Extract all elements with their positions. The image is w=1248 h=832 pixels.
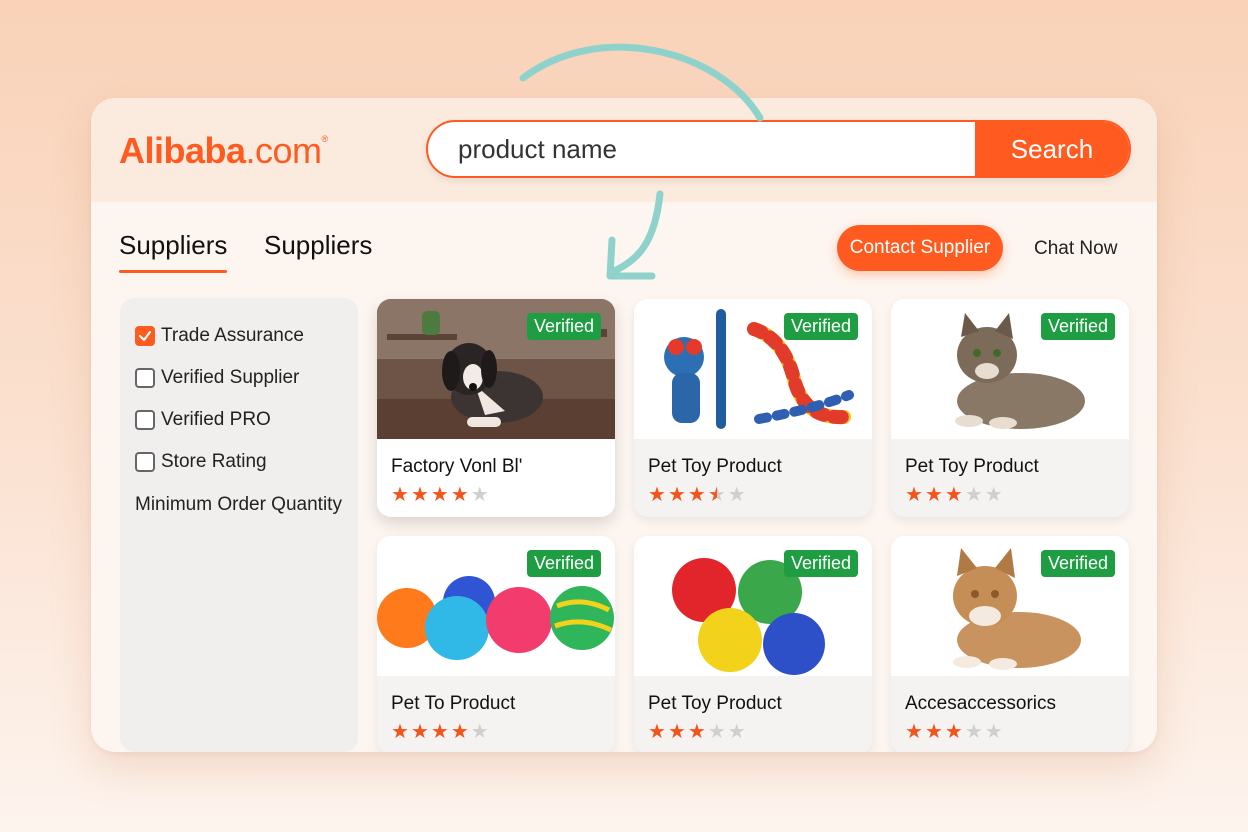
star-icon: ★ [410,719,429,743]
checkbox[interactable] [135,452,155,472]
star-icon: ★ [727,482,746,506]
filter-min-order-quantity[interactable]: Minimum Order Quantity [135,494,358,516]
product-title[interactable]: Pet Toy Product [905,456,1039,478]
star-icon: ★ [944,482,963,506]
star-icon: ★ [984,719,1003,743]
star-icon: ★ [944,719,963,743]
verified-badge: Verified [783,550,858,577]
product-title[interactable]: Factory Vonl Bl' [391,456,522,478]
product-title[interactable]: Pet Toy Product [648,456,782,478]
filter-label: Verified PRO [161,409,271,430]
star-icon: ★ [905,482,923,506]
verified-badge: Verified [783,313,858,340]
star-icon: ★ [667,482,686,506]
product-title[interactable]: Pet To Product [391,693,515,715]
star-icon: ★ [687,719,706,743]
product-card[interactable]: Verified Pet Toy Product ★ ★ ★ ★ ★ [634,299,872,517]
checkbox-checked[interactable] [135,326,155,346]
filter-panel: Trade Assurance Verified Supplier Verifi… [120,298,358,752]
star-rating: ★ ★ ★ ★ ★ [905,484,1005,504]
star-icon: ★ [410,482,429,506]
verified-badge: Verified [526,550,601,577]
product-card[interactable]: Verified Accesaccessorics ★ ★ ★ ★ ★ [891,536,1129,752]
star-icon: ★ [707,719,726,743]
star-icon: ★ [470,719,489,743]
search-button[interactable]: Search [975,122,1129,176]
product-title[interactable]: Pet Toy Product [648,693,782,715]
star-icon: ★ [707,482,726,506]
filter-trade-assurance[interactable]: Trade Assurance [135,325,358,346]
star-icon: ★ [984,482,1003,506]
brand-suffix: .com [245,130,323,171]
star-icon: ★ [905,719,923,743]
tab-suppliers[interactable]: Suppliers [264,230,372,261]
contact-supplier-button[interactable]: Contact Supplier [837,225,1003,271]
star-icon: ★ [924,482,943,506]
verified-badge: Verified [526,313,601,340]
product-card[interactable]: Verified Pet Toy Product ★ ★ ★ ★ ★ [891,299,1129,517]
product-card[interactable]: Verified Factory Vonl Bl' ★ ★ ★ ★ ★ [377,299,615,517]
filter-verified-pro[interactable]: Verified PRO [135,409,358,430]
filter-label: Verified Supplier [161,367,300,388]
checkbox[interactable] [135,368,155,388]
star-rating: ★ ★ ★ ★ ★ [391,484,491,504]
star-rating: ★ ★ ★ ★ ★ [391,721,491,741]
filter-store-rating[interactable]: Store Rating [135,451,358,472]
star-icon: ★ [391,719,409,743]
star-icon: ★ [648,719,666,743]
star-icon: ★ [648,482,666,506]
star-icon: ★ [430,719,449,743]
star-icon: ★ [391,482,409,506]
product-card[interactable]: Verified Pet To Product ★ ★ ★ ★ ★ [377,536,615,752]
verified-badge: Verified [1040,313,1115,340]
star-icon: ★ [924,719,943,743]
star-icon: ★ [430,482,449,506]
filter-label: Trade Assurance [161,325,304,346]
app-window: Alibaba.com® Search Suppliers Suppliers … [91,98,1157,752]
star-rating: ★ ★ ★ ★ ★ [648,484,748,504]
star-icon: ★ [964,482,983,506]
checkbox[interactable] [135,410,155,430]
checkmark-icon [138,330,152,342]
star-icon: ★ [727,719,746,743]
star-icon: ★ [687,482,706,506]
verified-badge: Verified [1040,550,1115,577]
star-icon: ★ [964,719,983,743]
tab-suppliers-active[interactable]: Suppliers [119,230,228,273]
star-icon: ★ [450,719,469,743]
chat-now-link[interactable]: Chat Now [1034,238,1117,260]
search-input[interactable] [428,122,976,176]
filter-verified-supplier[interactable]: Verified Supplier [135,367,358,388]
filter-label: Store Rating [161,451,267,472]
registered-mark: ® [321,134,329,144]
star-rating: ★ ★ ★ ★ ★ [648,721,748,741]
search-bar: Search [426,120,1131,178]
product-card[interactable]: Verified Pet Toy Product ★ ★ ★ ★ ★ [634,536,872,752]
brand-name: Alibaba [119,130,246,171]
brand-logo[interactable]: Alibaba.com® [119,130,328,172]
star-icon: ★ [667,719,686,743]
product-title[interactable]: Accesaccessorics [905,693,1056,715]
star-rating: ★ ★ ★ ★ ★ [905,721,1005,741]
star-icon: ★ [450,482,469,506]
star-icon: ★ [470,482,489,506]
